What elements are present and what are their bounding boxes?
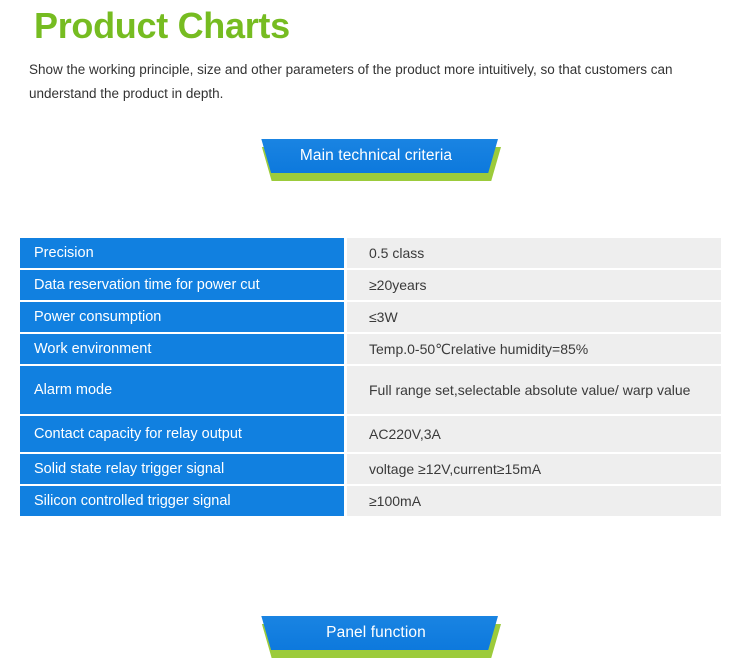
spec-key: Silicon controlled trigger signal — [20, 486, 344, 516]
section-banner-label: Main technical criteria — [254, 139, 498, 173]
section-banner-panel-function: Panel function — [254, 616, 504, 660]
spec-value: ≥100mA — [347, 486, 721, 516]
spec-key: Contact capacity for relay output — [20, 416, 344, 452]
spec-value-text: Temp.0-50℃relative humidity=85% — [369, 340, 588, 359]
spec-value: ≥20years — [347, 270, 721, 300]
spec-key: Data reservation time for power cut — [20, 270, 344, 300]
page-subtitle: Show the working principle, size and oth… — [29, 58, 719, 106]
section-banner-label: Panel function — [254, 616, 498, 650]
table-row: Power consumption ≤3W — [20, 302, 721, 332]
spec-value-text: 0.5 class — [369, 244, 424, 263]
table-row: Solid state relay trigger signal voltage… — [20, 454, 721, 484]
table-row: Silicon controlled trigger signal ≥100mA — [20, 486, 721, 516]
spec-value: ≤3W — [347, 302, 721, 332]
table-row: Data reservation time for power cut ≥20y… — [20, 270, 721, 300]
spec-key: Precision — [20, 238, 344, 268]
table-row: Alarm mode Full range set,selectable abs… — [20, 366, 721, 414]
spec-value: voltage ≥12V,current≥15mA — [347, 454, 721, 484]
spec-table: Precision 0.5 class Data reservation tim… — [20, 238, 721, 516]
table-row: Precision 0.5 class — [20, 238, 721, 268]
spec-value: 0.5 class — [347, 238, 721, 268]
table-row: Contact capacity for relay output AC220V… — [20, 416, 721, 452]
spec-value-text: Full range set,selectable absolute value… — [369, 381, 690, 400]
spec-key: Solid state relay trigger signal — [20, 454, 344, 484]
spec-key: Alarm mode — [20, 366, 344, 414]
spec-value-text: ≥100mA — [369, 492, 421, 511]
table-row: Work environment Temp.0-50℃relative humi… — [20, 334, 721, 364]
spec-key: Power consumption — [20, 302, 344, 332]
spec-value: Temp.0-50℃relative humidity=85% — [347, 334, 721, 364]
spec-value-text: voltage ≥12V,current≥15mA — [369, 460, 541, 479]
spec-key: Work environment — [20, 334, 344, 364]
spec-value: Full range set,selectable absolute value… — [347, 366, 721, 414]
spec-value: AC220V,3A — [347, 416, 721, 452]
spec-value-text: ≥20years — [369, 276, 427, 295]
spec-value-text: AC220V,3A — [369, 425, 441, 444]
spec-value-text: ≤3W — [369, 308, 398, 327]
page-title: Product Charts — [34, 4, 290, 48]
section-banner-main-technical-criteria: Main technical criteria — [254, 139, 504, 183]
